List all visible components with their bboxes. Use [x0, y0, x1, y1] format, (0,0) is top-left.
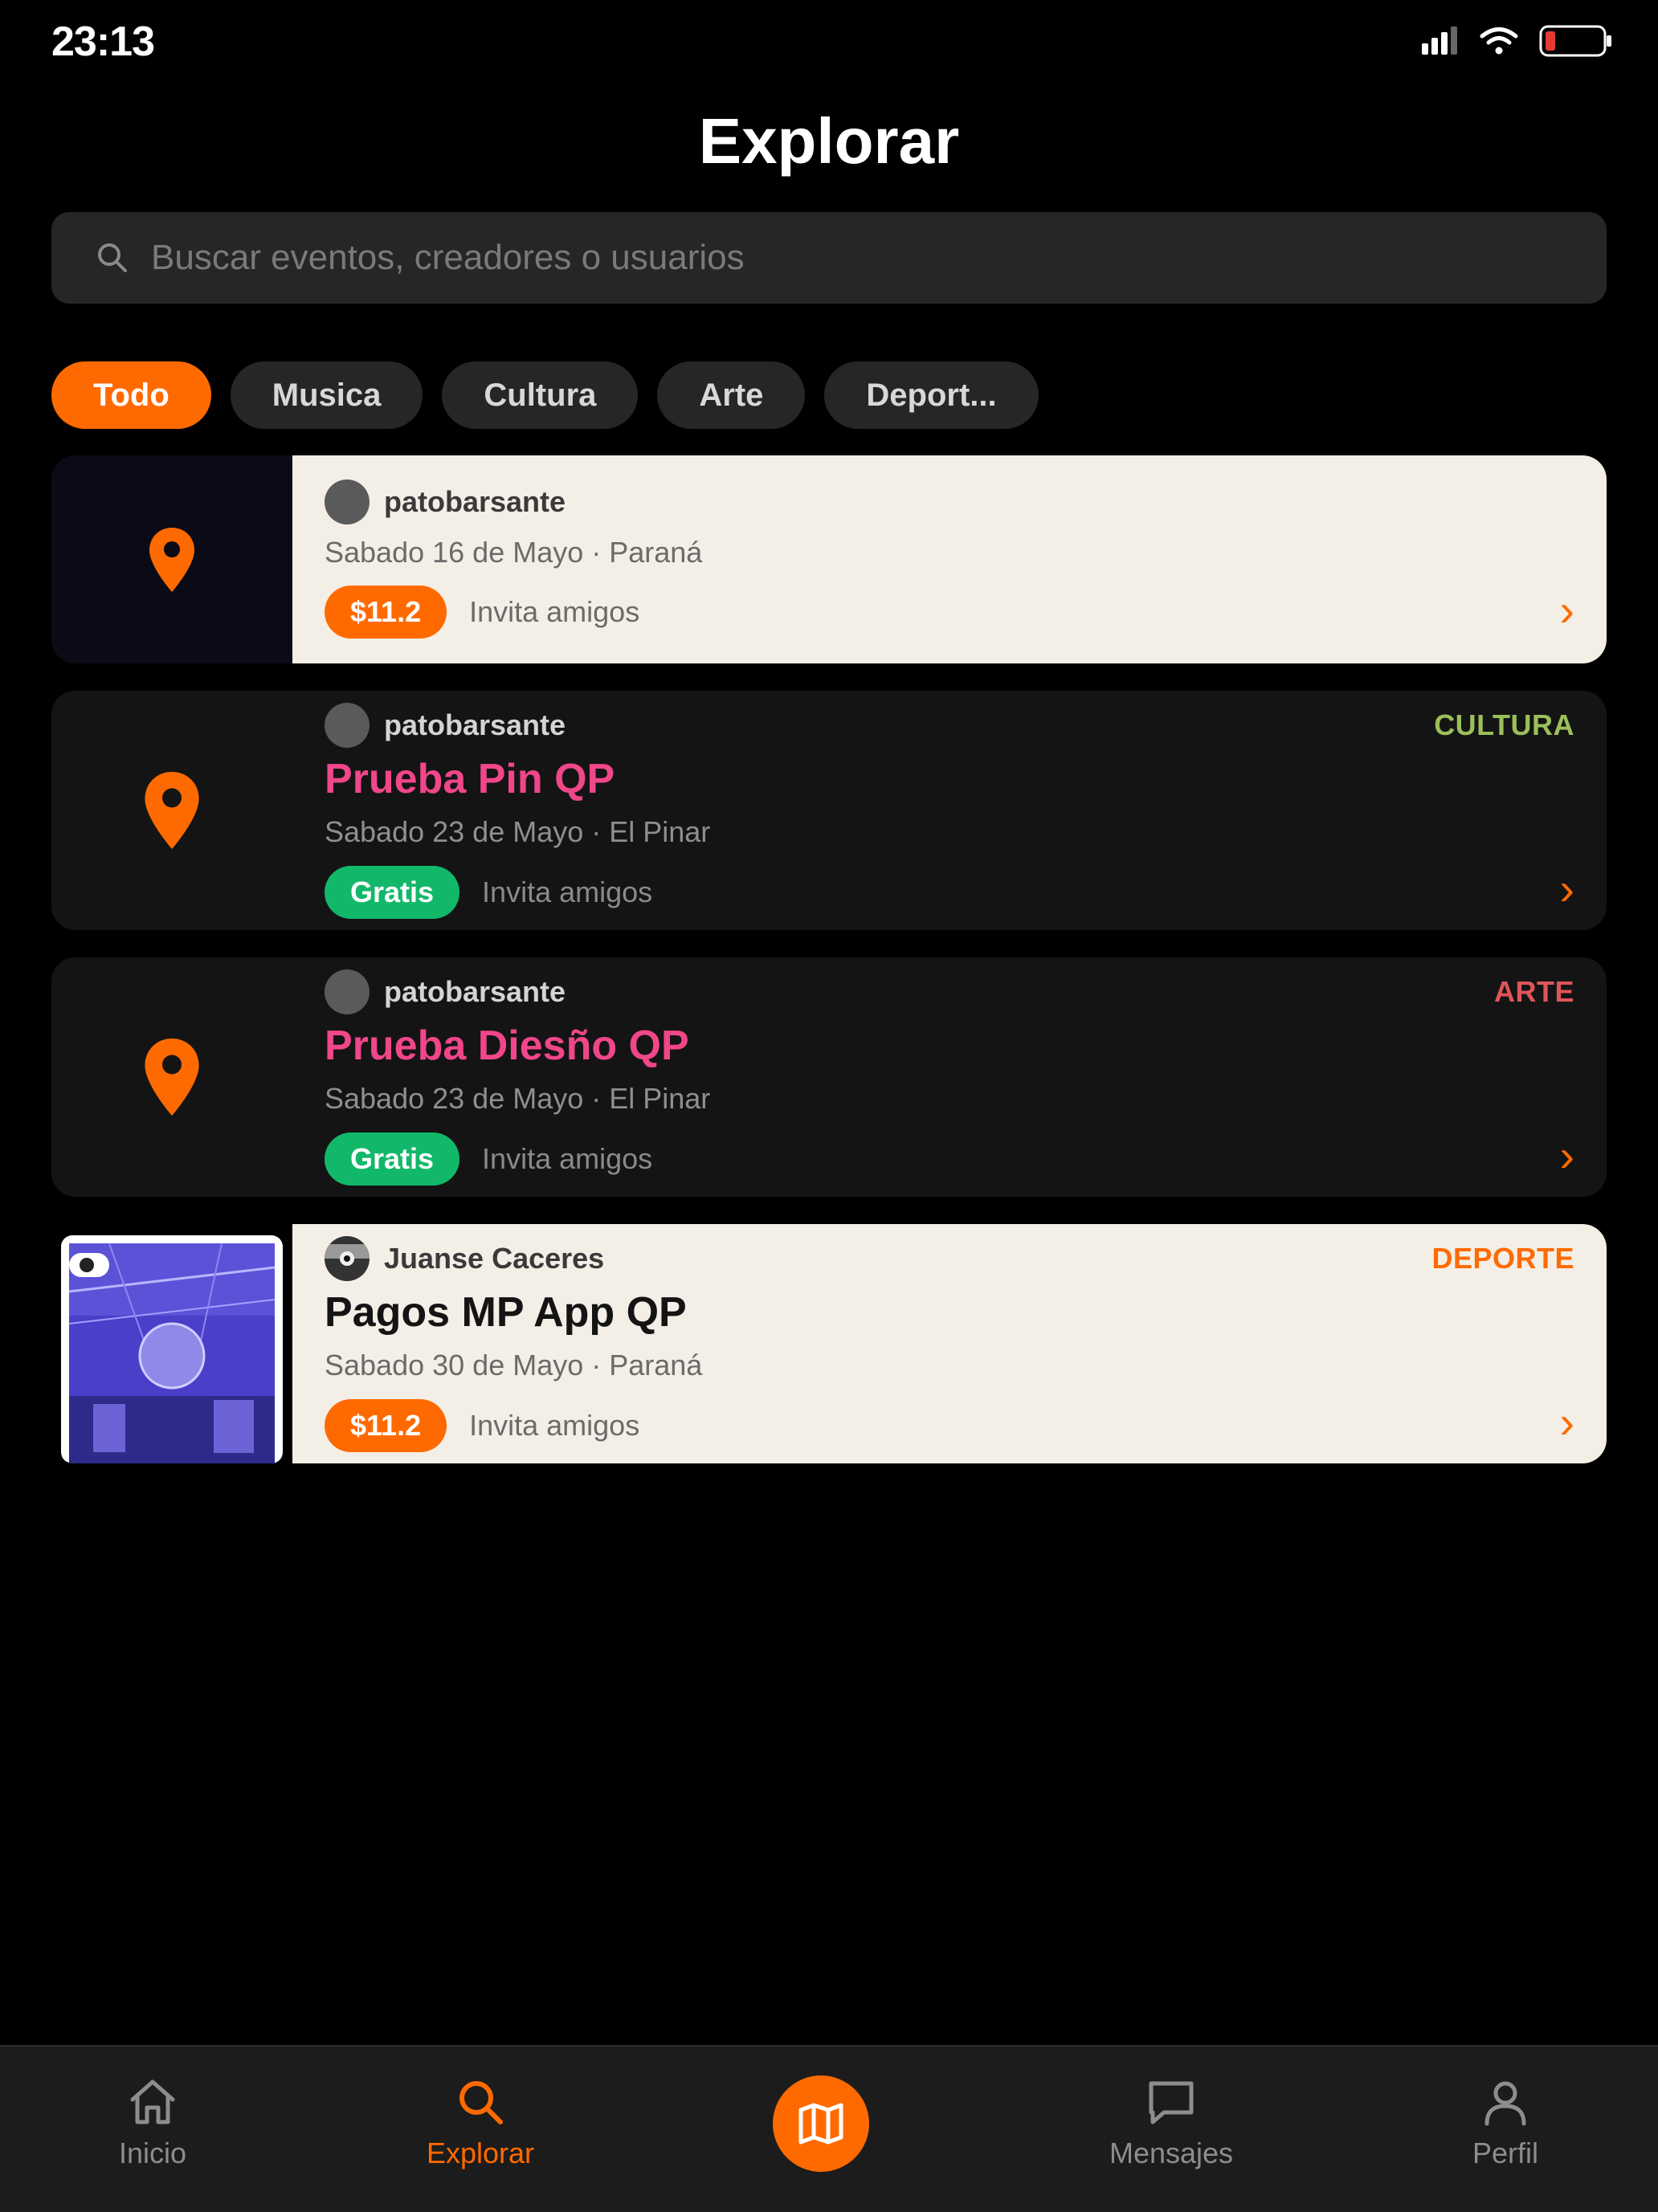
- event-photo: [61, 1235, 283, 1463]
- event-card[interactable]: patobarsante ARTE Prueba Diesño QP Sabad…: [51, 957, 1607, 1197]
- bottom-navigation: Inicio Explorar Mensajes Perfil: [0, 2045, 1658, 2212]
- filter-chip-arte[interactable]: Arte: [657, 361, 806, 429]
- chevron-right-icon[interactable]: ›: [1559, 1129, 1574, 1182]
- signal-icon: [1422, 27, 1457, 55]
- invite-friends-link[interactable]: Invita amigos: [482, 875, 652, 909]
- event-thumbnail: [51, 455, 292, 663]
- price-badge: Gratis: [325, 866, 460, 919]
- page-title: Explorar: [698, 105, 960, 177]
- price-badge: Gratis: [325, 1133, 460, 1186]
- wifi-icon: [1480, 27, 1518, 55]
- event-date-location: Sabado 23 de Mayo · El Pinar: [325, 1082, 711, 1115]
- nav-mensajes[interactable]: Mensajes: [1067, 2075, 1276, 2170]
- map-icon: [798, 2103, 843, 2145]
- category-filters: Todo Musica Cultura Arte Deport...: [51, 361, 1039, 429]
- chevron-right-icon[interactable]: ›: [1559, 863, 1574, 915]
- event-date-location: Sabado 16 de Mayo · Paraná: [325, 536, 703, 569]
- filter-chip-deporte[interactable]: Deport...: [824, 361, 1039, 429]
- event-date-location: Sabado 30 de Mayo · Paraná: [325, 1349, 703, 1381]
- event-creator[interactable]: patobarsante: [325, 703, 566, 748]
- invite-friends-link[interactable]: Invita amigos: [482, 1142, 652, 1176]
- event-title: Prueba Diesño QP: [325, 1022, 689, 1069]
- event-card[interactable]: patobarsante Sabado 16 de Mayo · Paraná …: [51, 455, 1607, 663]
- search-bar[interactable]: [51, 212, 1607, 304]
- invite-friends-link[interactable]: Invita amigos: [469, 595, 639, 629]
- event-title: Prueba Pin QP: [325, 756, 615, 802]
- nav-explorar[interactable]: Explorar: [376, 2075, 585, 2170]
- filter-chip-musica[interactable]: Musica: [230, 361, 423, 429]
- creator-name: patobarsante: [384, 708, 566, 741]
- nav-label: Mensajes: [1109, 2136, 1234, 2169]
- event-card[interactable]: patobarsante CULTURA Prueba Pin QP Sabad…: [51, 691, 1607, 930]
- nav-perfil[interactable]: Perfil: [1401, 2075, 1610, 2170]
- filter-chip-todo[interactable]: Todo: [51, 361, 211, 429]
- status-time: 23:13: [51, 18, 155, 65]
- location-pin-icon: [149, 527, 194, 592]
- event-thumbnail: [51, 957, 292, 1197]
- chevron-right-icon[interactable]: ›: [1559, 584, 1574, 636]
- event-creator[interactable]: Juanse Caceres: [325, 1236, 604, 1281]
- event-title: Pagos MP App QP: [325, 1289, 687, 1336]
- event-date-location: Sabado 23 de Mayo · El Pinar: [325, 815, 711, 848]
- nav-label: Inicio: [118, 2136, 187, 2169]
- creator-name: patobarsante: [384, 975, 566, 1008]
- category-label: DEPORTE: [1431, 1242, 1574, 1275]
- event-thumbnail: [51, 691, 292, 930]
- avatar: [325, 1236, 370, 1281]
- search-icon: [98, 243, 127, 272]
- nav-inicio[interactable]: Inicio: [48, 2075, 257, 2170]
- event-thumbnail: [51, 1224, 292, 1463]
- status-bar: 23:13: [0, 0, 1658, 80]
- battery-icon: [1539, 25, 1611, 57]
- category-label: ARTE: [1494, 975, 1574, 1008]
- chevron-right-icon[interactable]: ›: [1559, 1396, 1574, 1448]
- event-creator[interactable]: patobarsante: [325, 480, 566, 524]
- price-badge: $11.2: [325, 586, 447, 639]
- avatar: [325, 703, 370, 748]
- location-pin-icon: [145, 772, 199, 849]
- search-icon: [459, 2081, 503, 2124]
- event-card[interactable]: Juanse Caceres DEPORTE Pagos MP App QP S…: [51, 1224, 1607, 1463]
- home-icon: [130, 2079, 175, 2124]
- map-button[interactable]: [773, 2075, 869, 2172]
- avatar: [325, 480, 370, 524]
- nav-label: Perfil: [1472, 2136, 1539, 2169]
- event-creator[interactable]: patobarsante: [325, 969, 566, 1014]
- creator-name: patobarsante: [384, 485, 566, 518]
- status-icons: [1422, 24, 1613, 58]
- price-badge: $11.2: [325, 1399, 447, 1452]
- avatar: [325, 969, 370, 1014]
- nav-label: Explorar: [426, 2136, 535, 2169]
- search-input[interactable]: [149, 237, 1607, 279]
- category-label: CULTURA: [1434, 708, 1574, 741]
- user-icon: [1484, 2081, 1526, 2126]
- filter-chip-cultura[interactable]: Cultura: [442, 361, 639, 429]
- message-icon: [1149, 2081, 1194, 2124]
- creator-name: Juanse Caceres: [384, 1242, 605, 1275]
- location-pin-icon: [145, 1039, 199, 1116]
- invite-friends-link[interactable]: Invita amigos: [469, 1409, 639, 1443]
